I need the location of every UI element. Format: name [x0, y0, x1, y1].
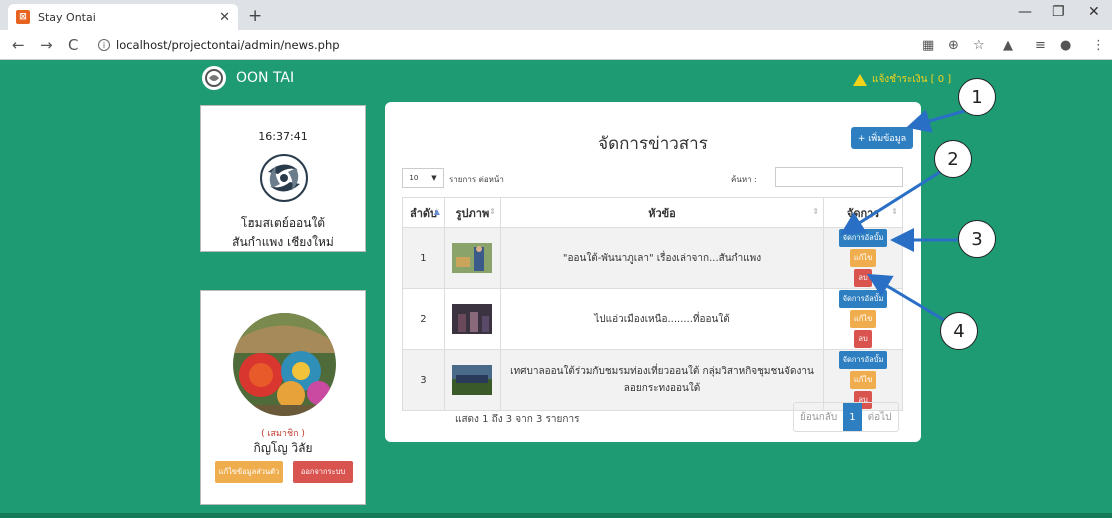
column-header-manage[interactable]: จัดการ ⇕: [823, 197, 903, 228]
news-thumbnail: [443, 349, 501, 411]
page-length-select[interactable]: 10 ▼: [402, 168, 444, 188]
user-name: กิญโญ วิลัย: [253, 441, 313, 455]
table-row: 2 ไปแอ่วเมืองเหนือ........ที่ออนใต้ จัดก…: [402, 288, 903, 350]
restore-icon[interactable]: ❐: [1052, 4, 1065, 20]
news-thumbnail: [443, 288, 501, 350]
sort-asc-icon: ▲: [433, 207, 440, 216]
column-header-title[interactable]: หัวข้อ ⇕: [499, 197, 825, 228]
search-label: ค้นหา :: [731, 175, 757, 184]
news-title: เทศบาลออนใต้ร่วมกับชมรมท่องเที่ยวออนใต้ …: [499, 349, 825, 411]
reload-icon[interactable]: C: [68, 36, 78, 54]
search-input[interactable]: [775, 167, 903, 187]
manage-album-button[interactable]: จัดการอัลบั้ม: [838, 351, 888, 369]
homestay-logo-icon: [258, 152, 310, 208]
row-actions: จัดการอัลบั้มแก้ไข ลบ: [823, 227, 903, 289]
manage-album-button[interactable]: จัดการอัลบั้ม: [838, 229, 888, 247]
page-1-button[interactable]: 1: [843, 403, 862, 431]
table-info: แสดง 1 ถึง 3 จาก 3 รายการ: [455, 414, 580, 425]
url-text: localhost/projectontai/admin/news.php: [116, 38, 340, 52]
callout-1: 1: [958, 78, 996, 116]
next-page-button[interactable]: ต่อไป: [862, 403, 898, 431]
row-number: 1: [402, 227, 445, 289]
profile-photo: [233, 313, 336, 416]
homestay-name-line1: โฮมสเตย์ออนใต้: [240, 216, 326, 230]
warning-icon: [853, 73, 867, 86]
user-role: ( เสมาชิก ): [261, 429, 305, 439]
payment-alert-text: แจ้งชำระเงิน [ 0 ]: [872, 74, 952, 85]
site-info-icon[interactable]: i: [98, 39, 110, 51]
browser-toolbar: ← → C i localhost/projectontai/admin/new…: [0, 30, 1112, 60]
column-header-title-label: หัวข้อ: [648, 206, 676, 220]
bookmark-star-icon[interactable]: ☆: [973, 38, 985, 53]
row-actions: จัดการอัลบั้มแก้ไข ลบ: [823, 288, 903, 350]
news-thumbnail: [443, 227, 501, 289]
profile-avatar-icon[interactable]: ●: [1060, 38, 1071, 53]
edit-button[interactable]: แก้ไข: [849, 371, 877, 389]
payment-alert-link[interactable]: แจ้งชำระเงิน [ 0 ]: [853, 72, 951, 87]
back-icon[interactable]: ←: [12, 36, 25, 54]
callout-4: 4: [940, 312, 978, 350]
browser-tabstrip: ⊠ Stay Ontai ✕ + — ❐ ✕: [0, 0, 1112, 30]
footer-bar: [0, 513, 1112, 518]
column-header-image-label: รูปภาพ: [455, 206, 490, 220]
menu-icon[interactable]: ⋮: [1092, 38, 1105, 53]
column-header-manage-label: จัดการ: [846, 206, 880, 220]
close-window-icon[interactable]: ✕: [1088, 4, 1100, 20]
edit-button[interactable]: แก้ไข: [849, 249, 877, 267]
table-row: 1 "ออนใต้-พันนาภูเลา" เรื่องเล่าจาก...สั…: [402, 227, 903, 289]
reading-list-icon[interactable]: ≡: [1035, 38, 1046, 53]
sort-icon: ⇕: [891, 207, 898, 216]
news-title: "ออนใต้-พันนาภูเลา" เรื่องเล่าจาก...สันก…: [499, 227, 825, 289]
edit-button[interactable]: แก้ไข: [849, 310, 877, 328]
news-table: ลำดับ ▲ รูปภาพ ⇕ หัวข้อ ⇕ จัดการ ⇕ 1 "ออนใต้…: [402, 197, 903, 411]
logout-button[interactable]: ออกจากระบบ: [293, 461, 353, 483]
chevron-down-icon: ▼: [431, 174, 437, 182]
browser-tab[interactable]: ⊠ Stay Ontai ✕: [8, 4, 238, 30]
close-tab-icon[interactable]: ✕: [219, 10, 230, 25]
new-tab-icon[interactable]: +: [248, 6, 262, 26]
site-favicon-icon: ⊠: [16, 10, 30, 24]
callout-2: 2: [934, 140, 972, 178]
add-news-button[interactable]: + เพิ่มข้อมูล: [851, 127, 913, 149]
brand-name: OON TAI: [236, 70, 295, 86]
clock-time: 16:37:41: [258, 130, 308, 143]
manage-album-button[interactable]: จัดการอัลบั้ม: [838, 290, 888, 308]
callout-3: 3: [958, 220, 996, 258]
delete-button[interactable]: ลบ: [854, 330, 872, 348]
address-bar[interactable]: i localhost/projectontai/admin/news.php: [98, 34, 918, 56]
profile-card: ( เสมาชิก ) กิญโญ วิลัย แก้ไขข้อมูลส่วนต…: [200, 290, 366, 505]
edit-profile-button[interactable]: แก้ไขข้อมูลส่วนตัว: [215, 461, 283, 483]
column-header-image[interactable]: รูปภาพ ⇕: [443, 197, 501, 228]
news-management-card: จัดการข่าวสาร + เพิ่มข้อมูล 10 ▼ รายการ …: [385, 102, 921, 442]
brand-logo-icon: [202, 66, 226, 90]
minimize-icon[interactable]: —: [1018, 4, 1032, 20]
forward-icon[interactable]: →: [40, 36, 53, 54]
news-title: ไปแอ่วเมืองเหนือ........ที่ออนใต้: [499, 288, 825, 350]
sort-icon: ⇕: [812, 207, 820, 216]
pagination: ย้อนกลับ 1 ต่อไป: [793, 402, 899, 432]
column-header-no[interactable]: ลำดับ ▲: [402, 197, 445, 228]
prev-page-button[interactable]: ย้อนกลับ: [794, 403, 843, 431]
page-title: จัดการข่าวสาร: [598, 134, 708, 154]
brand[interactable]: OON TAI: [202, 66, 294, 90]
sort-icon: ⇕: [489, 207, 496, 216]
tab-title: Stay Ontai: [38, 10, 96, 24]
homestay-name-line2: สันกำแพง เชียงใหม่: [232, 235, 334, 249]
row-number: 3: [402, 349, 445, 411]
clock-card: 16:37:41 โฮมสเตย์ออนใต้ สันกำแพง เชียงให…: [200, 105, 366, 252]
zoom-icon[interactable]: ⊕: [948, 38, 959, 53]
page-length-value: 10: [409, 174, 419, 182]
page-content: OON TAI แจ้งชำระเงิน [ 0 ] 16:37:41 โฮมส…: [0, 60, 1112, 518]
delete-button[interactable]: ลบ: [854, 269, 872, 287]
translate-icon[interactable]: ▦: [922, 38, 934, 53]
homestay-name: โฮมสเตย์ออนใต้ สันกำแพง เชียงใหม่: [201, 214, 365, 252]
extension-icon[interactable]: ▲: [1003, 38, 1013, 53]
row-number: 2: [402, 288, 445, 350]
page-length-label: รายการ ต่อหน้า: [449, 175, 504, 184]
